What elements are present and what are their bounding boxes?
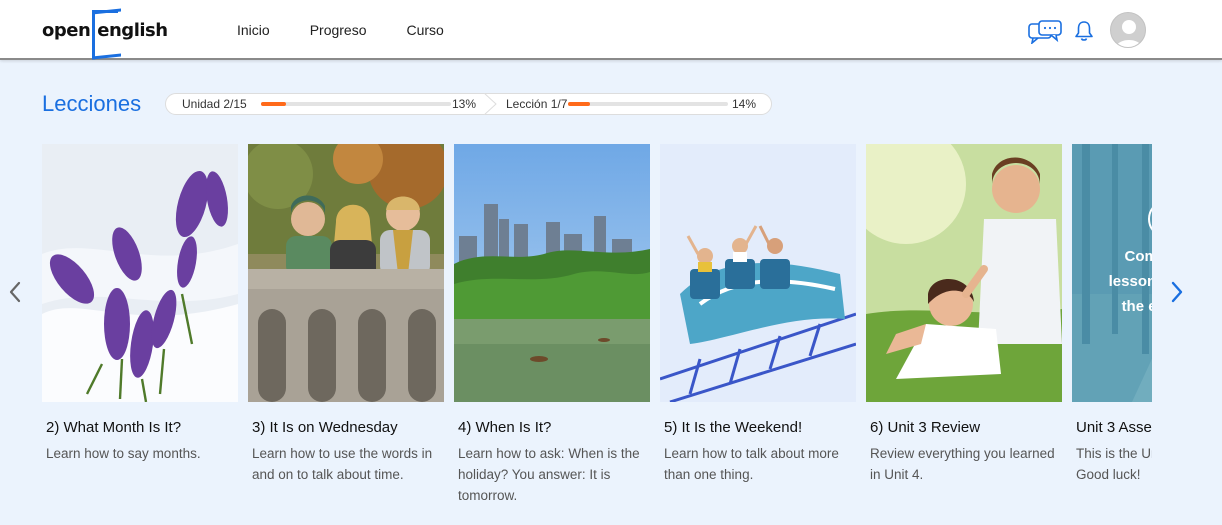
avatar-silhouette-icon xyxy=(1115,20,1143,47)
logo-word-open: open xyxy=(42,19,91,41)
lesson-card[interactable]: 4) When Is It? Learn how to ask: When is… xyxy=(454,144,650,525)
unit-progress-fill xyxy=(261,102,286,106)
lesson-thumbnail-couple-grass xyxy=(866,144,1062,402)
section-title: Lecciones xyxy=(42,91,142,116)
carousel-next-arrow-icon[interactable] xyxy=(1168,280,1186,304)
unit-progress-label: Unidad 2/15 xyxy=(182,97,247,111)
lesson-card-title: 4) When Is It? xyxy=(458,419,552,436)
lesson-card-title: 2) What Month Is It? xyxy=(46,419,182,436)
lesson-card[interactable]: 5) It Is the Weekend! Learn how to talk … xyxy=(660,144,856,525)
lesson-carousel: 2) What Month Is It? Learn how to say mo… xyxy=(42,144,1152,525)
lesson-card-title: 3) It Is on Wednesday xyxy=(252,419,398,436)
lesson-card-description: Learn how to talk about more than one th… xyxy=(664,446,839,482)
chat-bubbles-icon[interactable] xyxy=(1028,20,1062,44)
lesson-thumbnail-city-park-lake xyxy=(454,144,650,402)
lesson-progress-fill xyxy=(568,102,591,106)
lesson-thumbnail-crocus-snow xyxy=(42,144,238,402)
lesson-card-description: Review everything you learned in Unit 4. xyxy=(870,446,1055,482)
progress-indicator: Unidad 2/15 13% Lección 1/7 14% xyxy=(165,93,772,115)
lesson-progress-bar xyxy=(568,102,728,106)
lesson-thumbnail-friends-balcony xyxy=(248,144,444,402)
lesson-card-description: Learn how to say months. xyxy=(46,446,201,461)
lesson-thumbnail-forest-path: Complete the lessons to unlock the evalu… xyxy=(1072,144,1152,402)
lesson-progress: Lección 1/7 14% xyxy=(484,94,771,114)
unit-progress: Unidad 2/15 13% xyxy=(166,93,497,115)
lesson-card[interactable]: 3) It Is on Wednesday Learn how to use t… xyxy=(248,144,444,525)
top-navbar: open english Inicio Progreso Curso xyxy=(0,0,1222,60)
unit-progress-bar xyxy=(261,102,451,106)
logo-word-english: english xyxy=(97,19,168,41)
lesson-card-locked[interactable]: Complete the lessons to unlock the evalu… xyxy=(1072,144,1152,525)
bell-icon[interactable] xyxy=(1074,20,1094,42)
lesson-card-title: Unit 3 Assessment xyxy=(1076,419,1152,436)
locked-message: Complete the lessons to unlock the evalu… xyxy=(1108,248,1152,315)
main-nav: Inicio Progreso Curso xyxy=(237,0,484,60)
lesson-thumbnail-roller-coaster xyxy=(660,144,856,402)
open-english-logo[interactable]: open english xyxy=(42,8,168,52)
lesson-progress-percent: 14% xyxy=(732,97,757,111)
lesson-progress-label: Lección 1/7 xyxy=(506,97,568,111)
user-avatar[interactable] xyxy=(1110,12,1146,48)
lesson-card[interactable]: 6) Unit 3 Review Review everything you l… xyxy=(866,144,1062,525)
unit-progress-percent: 13% xyxy=(452,97,477,111)
nav-curso[interactable]: Curso xyxy=(407,22,444,38)
lesson-card-title: 6) Unit 3 Review xyxy=(870,419,981,436)
lesson-card-description: This is the Unit 3 Assessment. Good luck… xyxy=(1076,446,1152,482)
nav-inicio[interactable]: Inicio xyxy=(237,22,270,38)
carousel-prev-arrow-icon[interactable] xyxy=(6,280,24,304)
nav-progreso[interactable]: Progreso xyxy=(310,22,367,38)
logo-frame: english xyxy=(92,9,168,41)
lesson-card-title: 5) It Is the Weekend! xyxy=(664,419,803,436)
lesson-card-description: Learn how to use the words in and on to … xyxy=(252,446,433,482)
lesson-card[interactable]: 2) What Month Is It? Learn how to say mo… xyxy=(42,144,238,525)
lesson-card-description: Learn how to ask: When is the holiday? Y… xyxy=(458,446,640,503)
